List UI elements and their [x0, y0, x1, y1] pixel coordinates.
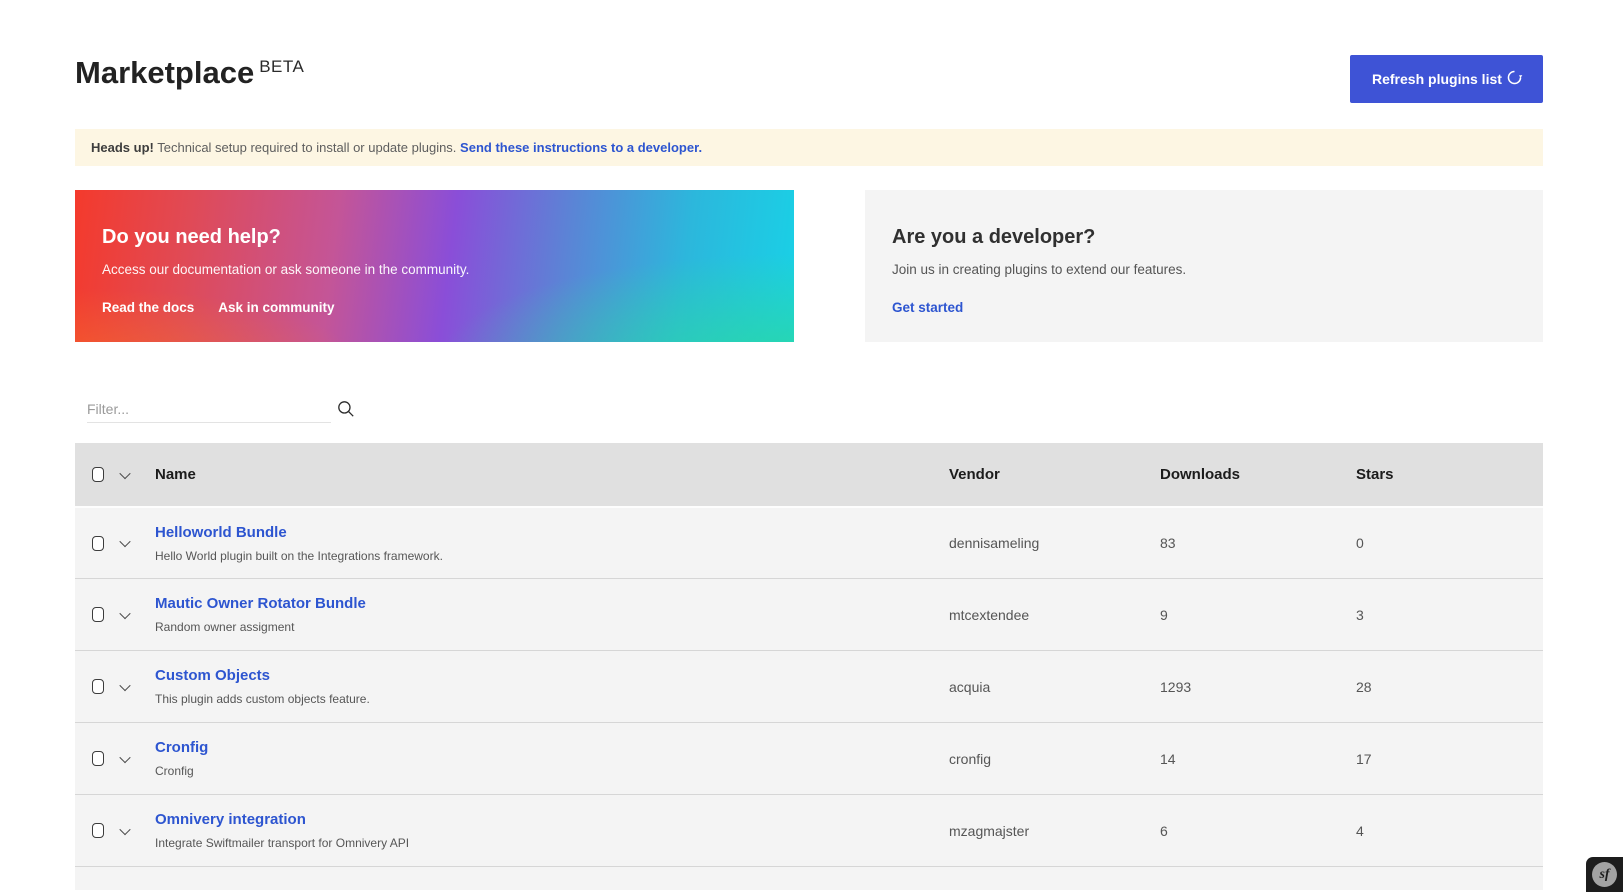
table-row: Omnivery integration Integrate Swiftmail…	[75, 794, 1543, 866]
table-header: Name Vendor Downloads Stars	[75, 443, 1543, 506]
plugin-description: Integrate Swiftmailer transport for Omni…	[155, 836, 929, 850]
search-icon[interactable]	[337, 400, 355, 418]
ask-community-link[interactable]: Ask in community	[218, 300, 334, 315]
table-row: Custom Objects This plugin adds custom o…	[75, 650, 1543, 722]
downloads-cell: 14	[1160, 751, 1356, 767]
table-row: Helloworld Bundle Hello World plugin bui…	[75, 506, 1543, 578]
row-checkbox-cell	[75, 823, 121, 838]
plugin-name-link[interactable]: Helloworld Bundle	[155, 524, 287, 541]
vendor-cell: dennisameling	[949, 535, 1160, 551]
select-all-checkbox[interactable]	[92, 467, 104, 482]
table-body: Helloworld Bundle Hello World plugin bui…	[75, 506, 1543, 866]
plugins-table: Name Vendor Downloads Stars Helloworld B…	[75, 443, 1543, 890]
plugin-name-cell: Custom Objects This plugin adds custom o…	[155, 667, 949, 706]
plugin-description: Cronfig	[155, 764, 929, 778]
refresh-plugins-label: Refresh plugins list	[1372, 71, 1502, 87]
vendor-cell: acquia	[949, 679, 1160, 695]
plugin-name-cell: Helloworld Bundle Hello World plugin bui…	[155, 524, 949, 563]
help-card-links: Read the docs Ask in community	[102, 300, 766, 315]
symfony-profiler-toggle[interactable]: sf	[1586, 857, 1623, 892]
chevron-down-icon[interactable]	[119, 823, 130, 834]
table-row: Mautic Owner Rotator Bundle Random owner…	[75, 578, 1543, 650]
table-row-partial	[75, 866, 1543, 890]
row-chevron-cell	[121, 534, 155, 552]
setup-alert: Heads up! Technical setup required to in…	[75, 129, 1543, 166]
chevron-down-icon[interactable]	[119, 751, 130, 762]
row-checkbox-cell	[75, 751, 121, 766]
refresh-icon	[1506, 69, 1523, 89]
header-checkbox-cell	[75, 467, 121, 482]
row-checkbox-cell	[75, 679, 121, 694]
get-started-link[interactable]: Get started	[892, 300, 963, 315]
plugin-name-cell: Mautic Owner Rotator Bundle Random owner…	[155, 595, 949, 634]
alert-prefix: Heads up!	[91, 140, 154, 155]
row-checkbox[interactable]	[92, 536, 104, 551]
help-card-title: Do you need help?	[102, 226, 766, 249]
column-header-downloads: Downloads	[1160, 466, 1356, 483]
column-header-stars: Stars	[1356, 466, 1543, 483]
vendor-cell: cronfig	[949, 751, 1160, 767]
column-header-name: Name	[155, 466, 949, 483]
alert-text: Technical setup required to install or u…	[157, 140, 456, 155]
plugin-name-cell: Cronfig Cronfig	[155, 739, 949, 778]
vendor-cell: mzagmajster	[949, 823, 1160, 839]
developer-card-title: Are you a developer?	[892, 226, 1515, 249]
vendor-cell: mtcextendee	[949, 607, 1160, 623]
symfony-logo-icon: sf	[1592, 862, 1617, 887]
header-chevron-cell	[121, 466, 155, 483]
plugin-description: Hello World plugin built on the Integrat…	[155, 549, 929, 563]
page-title: Marketplace BETA	[75, 55, 304, 91]
stars-cell: 17	[1356, 751, 1543, 767]
row-chevron-cell	[121, 750, 155, 768]
info-cards: Do you need help? Access our documentati…	[75, 190, 1543, 342]
developer-card-body: Join us in creating plugins to extend ou…	[892, 262, 1515, 277]
row-checkbox[interactable]	[92, 679, 104, 694]
chevron-down-icon[interactable]	[119, 536, 130, 547]
stars-cell: 3	[1356, 607, 1543, 623]
refresh-plugins-button[interactable]: Refresh plugins list	[1350, 55, 1543, 103]
read-docs-link[interactable]: Read the docs	[102, 300, 194, 315]
marketplace-page: Marketplace BETA Refresh plugins list Hea…	[75, 0, 1543, 890]
chevron-down-icon[interactable]	[119, 607, 130, 618]
downloads-cell: 83	[1160, 535, 1356, 551]
page-header: Marketplace BETA Refresh plugins list	[75, 0, 1543, 103]
row-checkbox[interactable]	[92, 823, 104, 838]
stars-cell: 4	[1356, 823, 1543, 839]
row-chevron-cell	[121, 606, 155, 624]
downloads-cell: 1293	[1160, 679, 1356, 695]
filter-bar	[75, 394, 1543, 424]
stars-cell: 28	[1356, 679, 1543, 695]
help-card-body: Access our documentation or ask someone …	[102, 262, 766, 277]
chevron-down-icon[interactable]	[119, 679, 130, 690]
row-chevron-cell	[121, 678, 155, 696]
plugin-description: Random owner assigment	[155, 620, 929, 634]
chevron-down-icon[interactable]	[119, 468, 130, 479]
stars-cell: 0	[1356, 535, 1543, 551]
plugin-name-link[interactable]: Cronfig	[155, 739, 208, 756]
row-checkbox[interactable]	[92, 607, 104, 622]
plugin-name-cell: Omnivery integration Integrate Swiftmail…	[155, 811, 949, 850]
row-chevron-cell	[121, 822, 155, 840]
row-checkbox[interactable]	[92, 751, 104, 766]
filter-input[interactable]	[87, 395, 331, 423]
plugin-description: This plugin adds custom objects feature.	[155, 692, 929, 706]
send-instructions-link[interactable]: Send these instructions to a developer.	[460, 140, 702, 155]
row-checkbox-cell	[75, 536, 121, 551]
page-title-text: Marketplace	[75, 55, 254, 90]
help-card: Do you need help? Access our documentati…	[75, 190, 794, 342]
row-checkbox-cell	[75, 607, 121, 622]
plugin-name-link[interactable]: Mautic Owner Rotator Bundle	[155, 595, 366, 612]
plugin-name-link[interactable]: Omnivery integration	[155, 811, 306, 828]
plugin-name-link[interactable]: Custom Objects	[155, 667, 270, 684]
developer-card: Are you a developer? Join us in creating…	[865, 190, 1543, 342]
downloads-cell: 9	[1160, 607, 1356, 623]
column-header-vendor: Vendor	[949, 466, 1160, 483]
table-row: Cronfig Cronfig cronfig 14 17	[75, 722, 1543, 794]
beta-badge: BETA	[259, 57, 304, 76]
developer-card-links: Get started	[892, 300, 1515, 315]
downloads-cell: 6	[1160, 823, 1356, 839]
